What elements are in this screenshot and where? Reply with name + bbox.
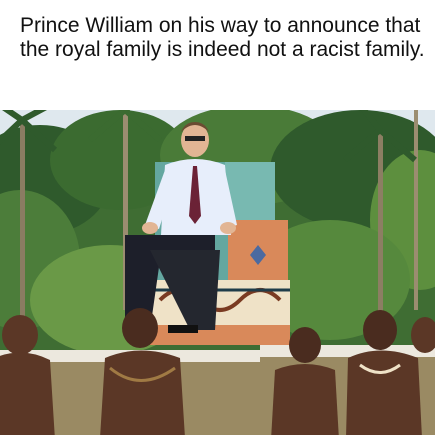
meme-photo	[0, 110, 435, 435]
meme-caption: Prince William on his way to announce th…	[20, 14, 425, 61]
meme-card: Prince William on his way to announce th…	[0, 0, 435, 435]
